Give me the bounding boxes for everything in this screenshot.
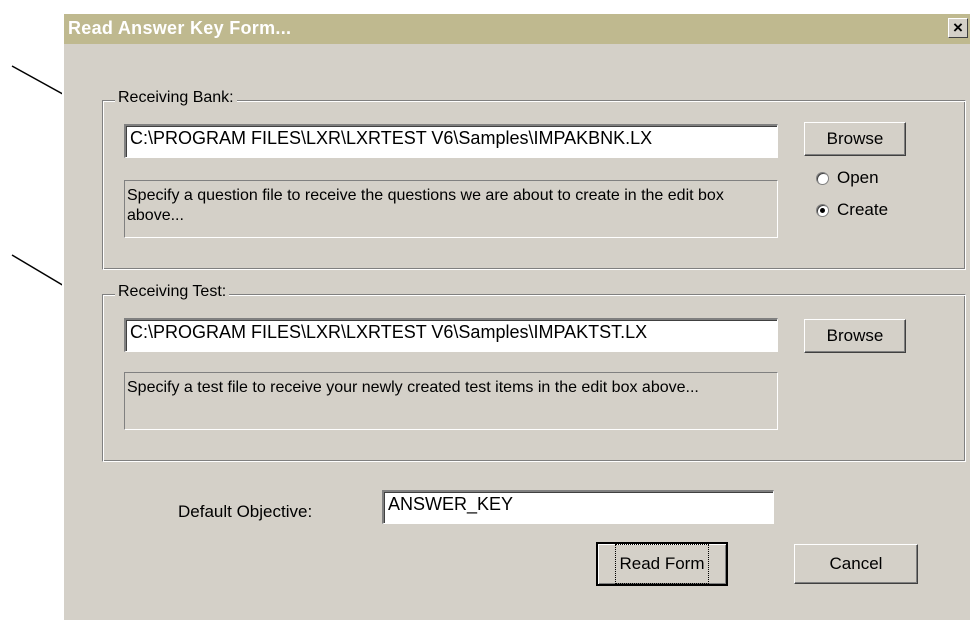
receiving-bank-legend: Receiving Bank: [115,89,237,107]
read-form-button[interactable]: Read Form [596,542,728,586]
bank-path-input[interactable]: C:\PROGRAM FILES\LXR\LXRTEST V6\Samples\… [124,124,778,158]
open-radio-label: Open [837,168,879,187]
title-bar[interactable]: Read Answer Key Form... × [64,14,970,44]
cancel-button[interactable]: Cancel [794,544,918,584]
read-form-label: Read Form [615,544,709,584]
test-path-input[interactable]: C:\PROGRAM FILES\LXR\LXRTEST V6\Samples\… [124,318,778,352]
open-radio[interactable]: Open [816,168,879,188]
open-radio-button[interactable] [816,171,829,185]
bank-hint-text: Specify a question file to receive the q… [124,180,778,238]
create-radio[interactable]: Create [816,200,888,220]
receiving-test-legend: Receiving Test: [115,283,230,301]
window-title: Read Answer Key Form... [68,18,292,38]
test-browse-button[interactable]: Browse [804,319,906,353]
dialog-window: Read Answer Key Form... × Receiving Bank… [62,12,970,620]
bank-browse-button[interactable]: Browse [804,122,906,156]
create-radio-button[interactable] [816,203,829,217]
create-radio-label: Create [837,200,889,219]
test-hint-text: Specify a test file to receive your newl… [124,372,778,430]
default-objective-label: Default Objective: [178,502,313,521]
close-icon[interactable]: × [948,18,968,38]
default-objective-input[interactable]: ANSWER_KEY [382,490,774,524]
